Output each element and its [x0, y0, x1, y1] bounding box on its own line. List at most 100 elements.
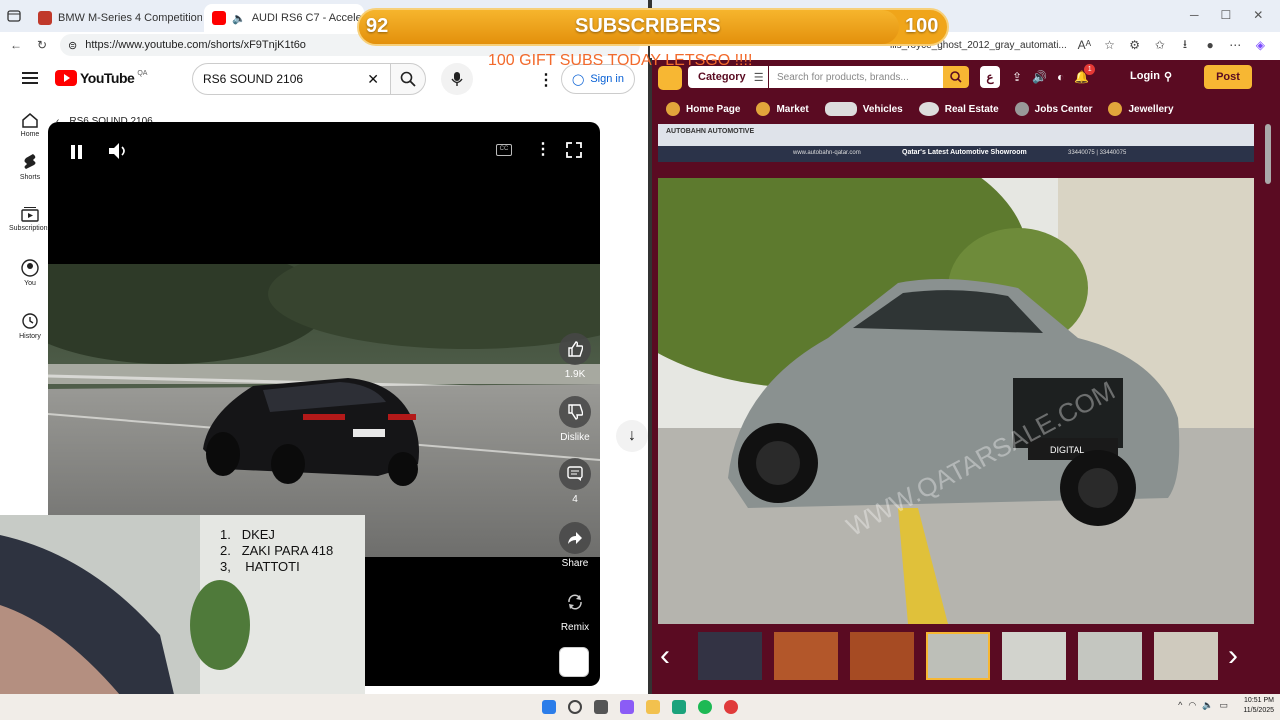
menu-dots-icon[interactable]: ⋯	[1228, 37, 1243, 53]
nav-home[interactable]: Home Page	[666, 102, 740, 116]
palette-icon[interactable]: ◐	[1057, 70, 1064, 84]
player-menu-icon[interactable]: ⋮	[535, 139, 551, 159]
volume-icon[interactable]	[108, 142, 128, 160]
favorite-star-icon[interactable]: ☆	[1102, 37, 1117, 53]
extensions-icon[interactable]: ⚙	[1127, 37, 1142, 53]
nav-jewellery[interactable]: Jewellery	[1108, 102, 1174, 116]
wifi-icon[interactable]: ◠	[1188, 700, 1196, 711]
search-icon[interactable]	[568, 700, 582, 714]
chevron-up-icon[interactable]: ^	[1178, 700, 1182, 711]
car-main-photo[interactable]: DIGITAL WWW.QATARSALE.COM	[658, 178, 1254, 624]
nav-market[interactable]: Market	[756, 102, 809, 116]
share-icon[interactable]	[559, 522, 591, 554]
product-search-button[interactable]	[943, 66, 969, 88]
share-icon[interactable]: ⇪	[1012, 70, 1022, 84]
file-explorer-icon[interactable]	[646, 700, 660, 714]
start-icon[interactable]	[542, 700, 556, 714]
reload-icon[interactable]: ↻	[34, 37, 50, 53]
thumbnail-selected[interactable]	[926, 632, 990, 680]
search-button[interactable]	[390, 63, 426, 95]
clear-search-icon[interactable]: ✕	[367, 71, 379, 88]
notification-badge: 1	[1084, 64, 1096, 75]
thumbs-down-icon[interactable]	[559, 396, 591, 428]
copilot-icon[interactable]: ◈	[1253, 37, 1268, 53]
task-view-icon[interactable]	[594, 700, 608, 714]
showroom-banner[interactable]: AUTOBAHN AUTOMOTIVE www.autobahn-qatar.c…	[658, 124, 1254, 162]
sidebar-item-label: Subscriptions	[8, 225, 52, 232]
comment-count: 4	[572, 494, 578, 505]
minimize-icon[interactable]: ─	[1190, 8, 1199, 22]
window-close-icon[interactable]: ✕	[1253, 8, 1263, 22]
site-info-icon[interactable]: ⊜	[68, 39, 77, 52]
tab-actions-icon[interactable]	[6, 8, 22, 24]
more-options-icon[interactable]: ⋮	[538, 70, 554, 90]
thumbnail[interactable]	[1078, 632, 1142, 680]
comments-action[interactable]: 4	[556, 458, 594, 505]
like-action[interactable]: 1.9K	[556, 333, 594, 380]
page-scrollbar[interactable]	[1265, 124, 1271, 184]
thumbnail[interactable]	[1154, 632, 1218, 680]
sidebar-item-label: Home	[20, 131, 40, 138]
speaker-icon[interactable]: 🔊	[1032, 70, 1047, 84]
next-photo-icon[interactable]: ›	[1228, 636, 1258, 676]
language-toggle[interactable]: ع	[980, 66, 1000, 88]
nav-real-estate[interactable]: Real Estate	[918, 102, 999, 116]
banner-brand: AUTOBAHN AUTOMOTIVE	[666, 128, 755, 135]
thumbnail[interactable]	[1002, 632, 1066, 680]
voice-search-button[interactable]	[441, 63, 473, 95]
thumbnail[interactable]	[698, 632, 762, 680]
banner-phone: 33440075 | 33440075	[1068, 150, 1127, 156]
tab-favicon-icon	[38, 11, 52, 25]
youtube-logo[interactable]: YouTube QA	[55, 70, 147, 86]
remix-icon[interactable]	[559, 586, 591, 618]
youtube-wordmark: YouTube	[80, 70, 135, 86]
tab-audi[interactable]: 🔈 AUDI RS6 C7 - Acceleration	[204, 4, 364, 32]
sound-thumbnail[interactable]	[559, 647, 589, 677]
search-input[interactable]: RS6 SOUND 2106 ✕	[192, 63, 392, 95]
user-icon: ⚲	[1163, 71, 1172, 83]
product-search-input[interactable]: Search for products, brands...	[769, 66, 943, 88]
fullscreen-icon[interactable]	[566, 142, 582, 158]
dislike-action[interactable]: Dislike	[556, 396, 594, 443]
menu-icon[interactable]	[22, 71, 38, 85]
post-button[interactable]: Post	[1204, 65, 1252, 89]
comment-icon[interactable]	[559, 458, 591, 490]
next-video-arrow-icon[interactable]: ↓	[616, 420, 648, 452]
clock[interactable]: 10:51 PM 11/5/2025	[1243, 696, 1274, 716]
remix-label: Remix	[560, 622, 590, 633]
edge-icon[interactable]	[672, 700, 686, 714]
downloads-icon[interactable]: ⭳	[1177, 37, 1192, 53]
login-link[interactable]: Login ⚲	[1130, 70, 1172, 83]
history-icon	[22, 313, 38, 329]
category-label: Category	[698, 71, 746, 83]
nav-vehicles[interactable]: Vehicles	[824, 102, 903, 116]
favorites-icon[interactable]: ✩	[1152, 37, 1167, 53]
thumbnail[interactable]	[774, 632, 838, 680]
obs-icon[interactable]	[724, 700, 738, 714]
pause-icon[interactable]	[70, 144, 84, 160]
bell-icon[interactable]: 🔔 1	[1074, 64, 1096, 84]
qatar-icon-group: ⇪ 🔊 ◐ 🔔 1	[1012, 64, 1096, 84]
subscriptions-icon	[21, 207, 39, 222]
read-aloud-icon[interactable]: Aᴬ	[1077, 37, 1092, 53]
prev-photo-icon[interactable]: ‹	[660, 636, 690, 676]
url-text: https://www.youtube.com/shorts/xF9TnjK1t…	[85, 39, 306, 51]
system-tray: ^ ◠ 🔈 ▭	[1178, 700, 1228, 711]
tab-title: AUDI RS6 C7 - Acceleration	[251, 12, 364, 24]
back-icon[interactable]: ←	[8, 37, 24, 53]
maximize-icon[interactable]: ☐	[1221, 8, 1232, 22]
clock-date: 11/5/2025	[1243, 707, 1274, 714]
profile-avatar[interactable]: ●	[1203, 37, 1218, 53]
captions-icon[interactable]: CC	[496, 144, 512, 156]
tab-bmw[interactable]: BMW M-Series 4 Competition Bla ✕	[30, 4, 202, 32]
volume-icon[interactable]: 🔈	[1202, 700, 1213, 711]
copilot-icon[interactable]	[620, 700, 634, 714]
spotify-icon[interactable]	[698, 700, 712, 714]
thumbnail[interactable]	[850, 632, 914, 680]
battery-icon[interactable]: ▭	[1219, 700, 1228, 711]
thumbs-up-icon[interactable]	[559, 333, 591, 365]
remix-action[interactable]: Remix	[556, 586, 594, 633]
nav-jobs[interactable]: Jobs Center	[1014, 102, 1092, 116]
share-action[interactable]: Share	[556, 522, 594, 569]
nav-label: Real Estate	[944, 103, 999, 115]
